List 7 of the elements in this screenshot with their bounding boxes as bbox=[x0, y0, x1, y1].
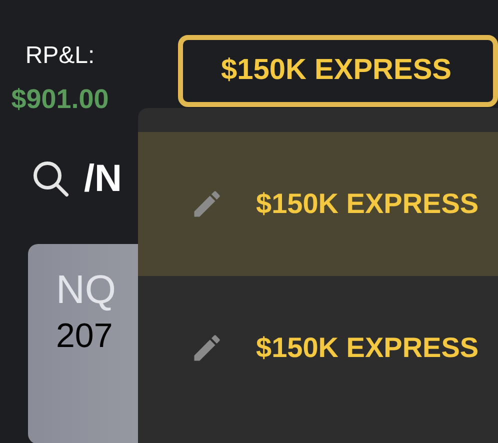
card-symbol: NQ bbox=[56, 267, 117, 314]
rpl-label: RP&L: bbox=[25, 41, 95, 71]
search-field[interactable]: /N bbox=[84, 157, 122, 201]
menu-item[interactable]: $150K EXPRESS bbox=[138, 132, 498, 276]
account-button[interactable]: $150K EXPRESS bbox=[178, 35, 498, 107]
rpl-value: $901.00 bbox=[11, 83, 109, 116]
card-value: 207 bbox=[56, 316, 114, 356]
